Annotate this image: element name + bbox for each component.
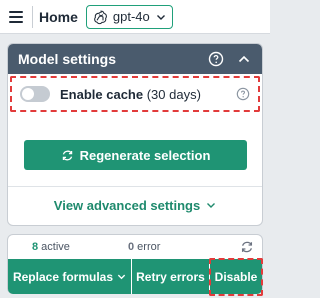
action-bar: Replace formulas Retry errors Disable: [8, 259, 262, 294]
model-settings-header[interactable]: Model settings: [8, 44, 262, 74]
topbar-divider: [32, 5, 33, 28]
status-panel: 8 active 0 error Replace formulas Retry …: [7, 234, 263, 294]
view-advanced-settings-link[interactable]: View advanced settings: [8, 196, 262, 214]
view-advanced-settings-label: View advanced settings: [53, 197, 201, 213]
replace-formulas-label: Replace formulas: [12, 269, 114, 284]
active-count-label: active: [38, 241, 70, 253]
enable-cache-duration: (30 days): [143, 86, 201, 102]
model-settings-title: Model settings: [18, 51, 117, 67]
regenerate-selection-button[interactable]: Regenerate selection: [24, 140, 247, 170]
disable-label: Disable: [214, 269, 258, 284]
chevron-down-icon: [207, 203, 216, 208]
openai-logo-icon: [94, 10, 107, 24]
chevron-up-icon[interactable]: [236, 51, 252, 67]
chevron-down-icon: [156, 14, 165, 20]
help-circle-icon[interactable]: [236, 87, 250, 101]
status-row: 8 active 0 error: [8, 235, 262, 259]
refresh-icon[interactable]: [240, 240, 254, 254]
retry-errors-label: Retry errors: [136, 269, 205, 284]
refresh-icon: [62, 150, 72, 160]
enable-cache-label: Enable cache (30 days): [60, 87, 236, 102]
disable-button[interactable]: Disable: [210, 259, 262, 294]
model-label: gpt-4o: [112, 9, 150, 24]
enable-cache-label-bold: Enable cache: [60, 86, 144, 102]
card-divider: [8, 186, 262, 187]
help-circle-icon[interactable]: [208, 51, 224, 67]
top-bar: Home gpt-4o: [0, 0, 270, 34]
chevron-down-icon: [117, 274, 126, 280]
toggle-knob: [22, 88, 34, 100]
model-selector[interactable]: gpt-4o: [85, 4, 173, 29]
retry-errors-button[interactable]: Retry errors: [132, 259, 210, 294]
error-count-label: error: [134, 241, 161, 253]
active-count: 8 active: [32, 241, 102, 253]
replace-formulas-button[interactable]: Replace formulas: [8, 259, 132, 294]
hamburger-icon: [9, 10, 23, 23]
menu-button[interactable]: [0, 0, 32, 34]
model-settings-card: Model settings Enable cache (30 days) Re…: [7, 43, 263, 226]
enable-cache-toggle[interactable]: [20, 86, 50, 102]
enable-cache-row: Enable cache (30 days): [10, 76, 260, 112]
page-title: Home: [39, 8, 78, 25]
regenerate-selection-label: Regenerate selection: [79, 147, 211, 163]
error-count: 0 error: [128, 241, 218, 253]
